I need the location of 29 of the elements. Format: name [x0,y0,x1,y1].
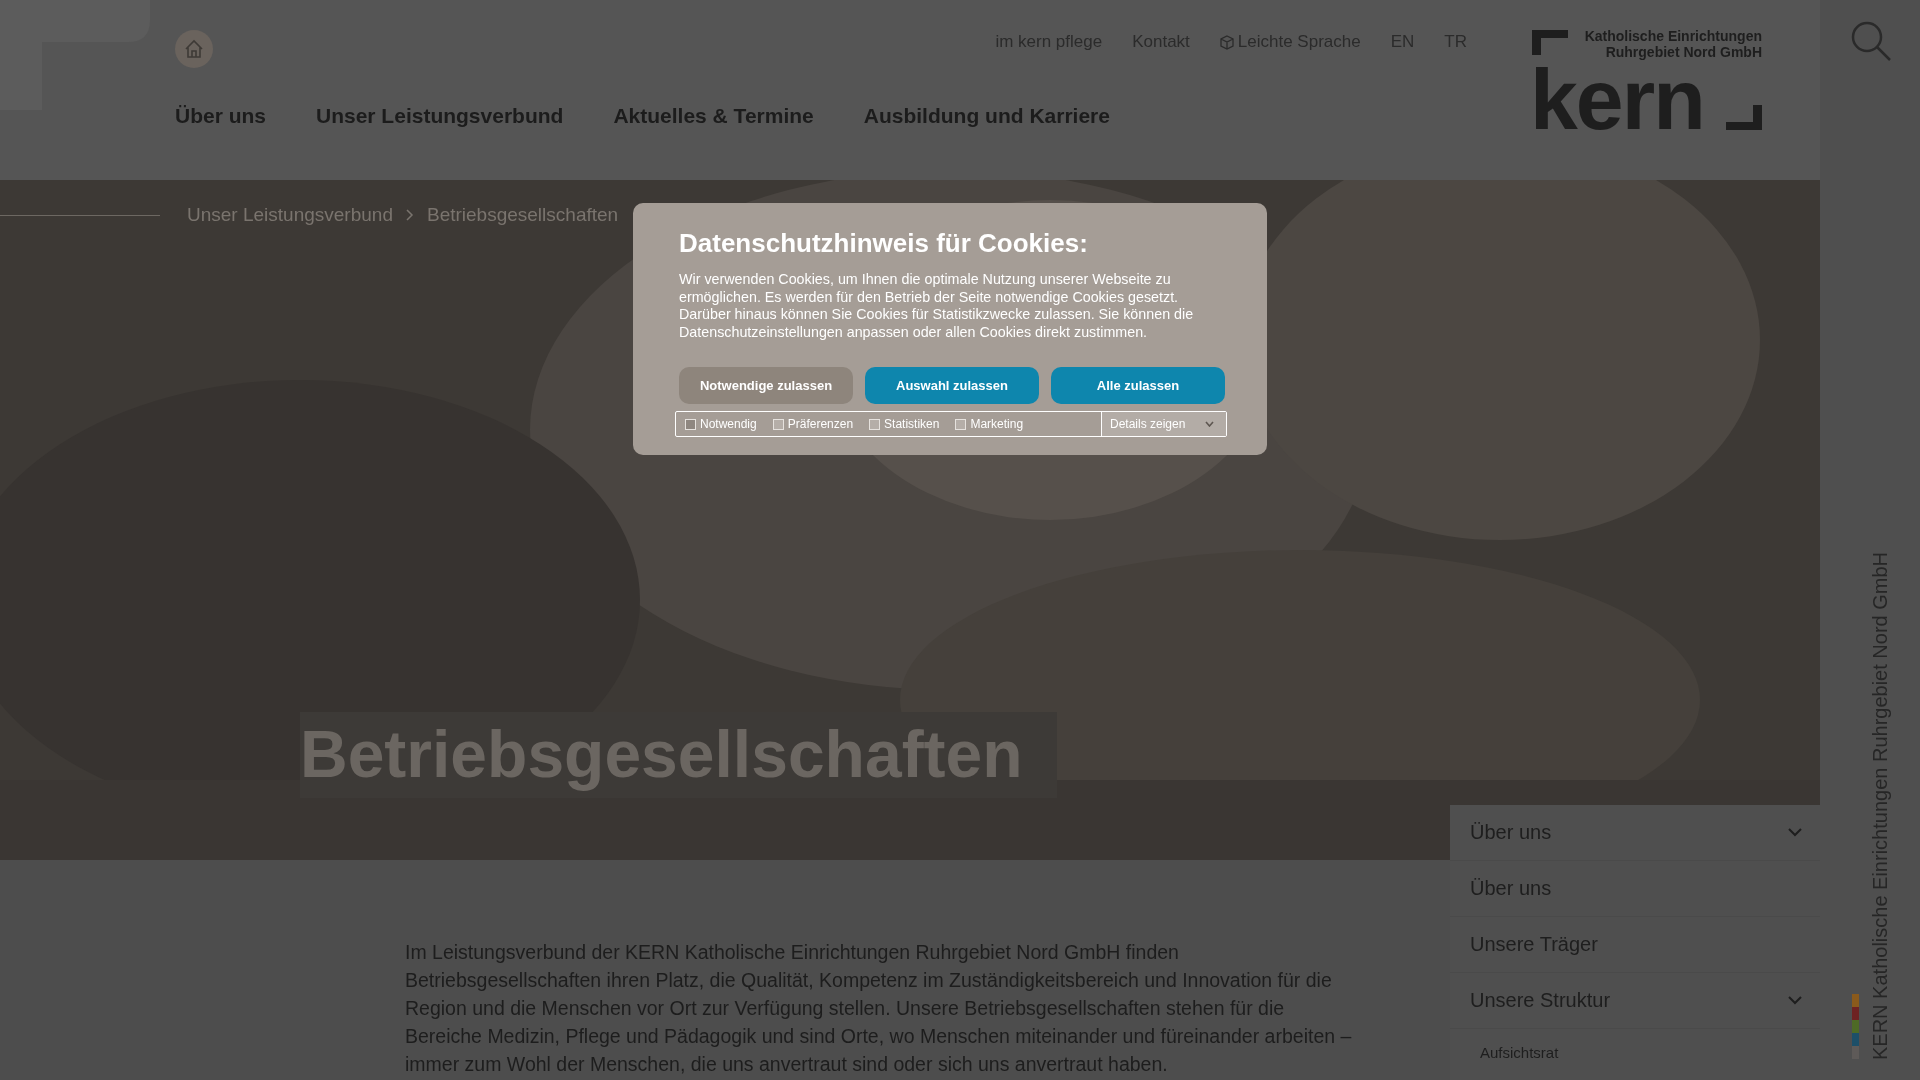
checkbox[interactable] [869,418,881,430]
checkbox-label: Notwendig [700,417,757,431]
checkbox[interactable] [955,418,967,430]
home-icon[interactable] [175,30,213,68]
nav-link[interactable]: Aktuelles & Termine [613,104,814,128]
dialog-text: Wir verwenden Cookies, um Ihnen die optimale Nutzung unserer Webseite zu ermöglichen. Es werden für den Betrieb der Seite notwendige Cookies gesetzt. Darüber hinaus können Sie Cookies für Statistikzwecke zulassen. Sie können die Datenschutzeinstellungen anpassen oder allen Cookies direkt zustimmen. [679,271,1195,341]
dialog-title: Datenschutzhinweis für Cookies: [679,228,1089,259]
necessary-button[interactable]: Notwendige zulassen [679,367,853,404]
checkbox[interactable] [772,418,784,430]
logo-wordmark[interactable]: kern [1530,62,1704,136]
nav-link[interactable]: Unser Leistungsverbund [316,104,564,128]
corner-mark-icon [1726,105,1762,130]
chevron-down-icon [1205,421,1214,427]
nav-link[interactable]: Über uns [175,104,266,128]
breadcrumb-link[interactable]: Betriebsgesellschaften [426,204,619,226]
chevron-down-icon[interactable] [1788,828,1802,837]
corner-mark-icon [1532,30,1568,55]
accept-button[interactable]: Auswahl zulassen [865,367,1039,404]
checkbox-label: Marketing [970,417,1024,431]
chevron-right-icon [404,209,415,221]
details-toggle[interactable]: Details zeigen [1101,412,1226,436]
nav-link[interactable]: Ausbildung und Karriere [863,104,1110,128]
checkbox-label: Statistiken [884,417,940,431]
chevron-down-icon[interactable] [1788,996,1802,1005]
search-icon[interactable] [1850,20,1892,62]
accept-button[interactable]: Alle zulassen [1051,367,1225,404]
checkbox-label: Präferenzen [787,417,854,431]
breadcrumb-link[interactable]: Unser Leistungsverbund [187,204,393,226]
cube-icon [1219,34,1234,50]
